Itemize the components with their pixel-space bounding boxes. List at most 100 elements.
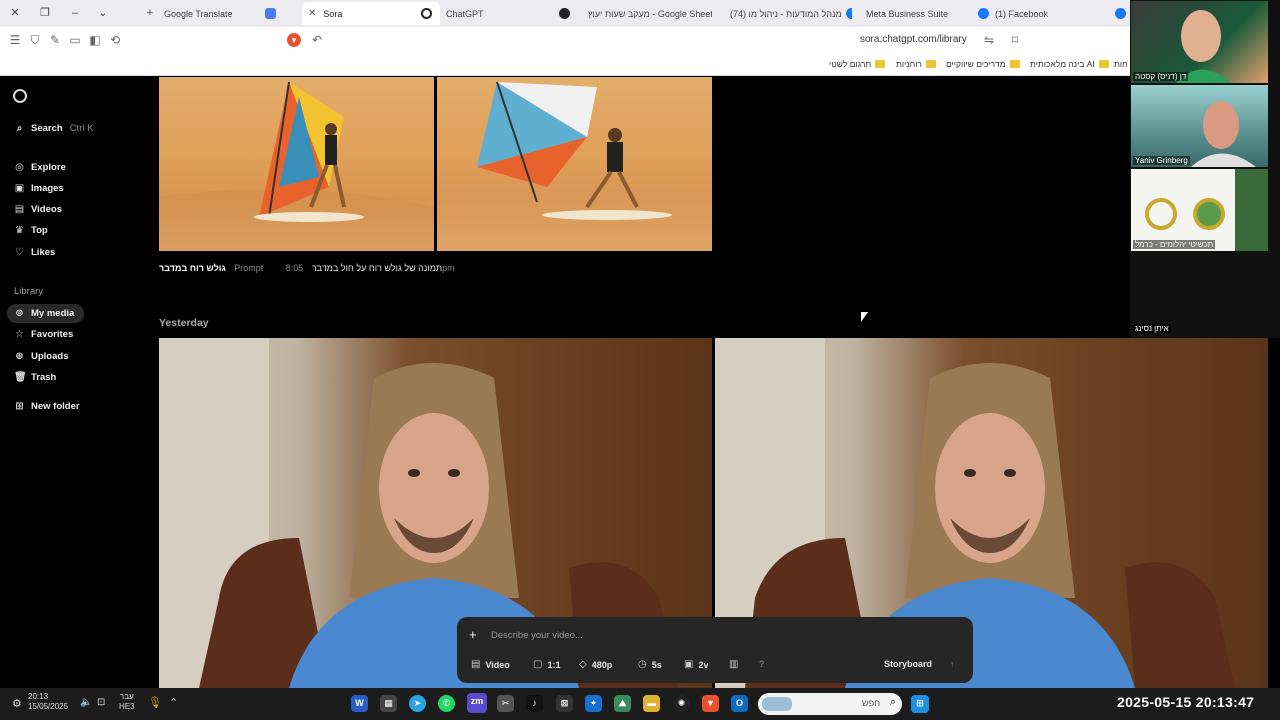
snipping-tool-icon[interactable]: ✂ <box>497 695 514 712</box>
tab-chatgpt[interactable]: ChatGPT <box>446 2 572 25</box>
participant-video-1[interactable]: דן (דניס) קסטה <box>1131 1 1268 83</box>
bookmark-icon[interactable]: ⌑ <box>1008 33 1022 47</box>
entry-title[interactable]: גולש רוח במדבר <box>159 263 226 273</box>
tab-list-chevron-icon[interactable]: ⌄ <box>94 5 112 21</box>
resolution-icon: ◇ <box>579 659 587 670</box>
brave-shield-icon[interactable]: ▾ <box>287 33 301 47</box>
sidebar-item-explore[interactable]: ◎ Explore <box>14 162 66 173</box>
bluesky-icon[interactable]: ✦ <box>585 695 602 712</box>
bookmark-folder[interactable]: בינה מלאכותית AI <box>1030 59 1109 69</box>
capcut-icon[interactable]: ⊠ <box>556 695 573 712</box>
word-icon[interactable]: W <box>351 695 368 712</box>
zoom-icon[interactable]: zm <box>467 693 487 713</box>
sidebar-item-favorites[interactable]: ☆ Favorites <box>14 329 73 340</box>
bookmark-folder[interactable]: מדריכים שיווקיים <box>946 59 1020 69</box>
help-button[interactable]: ? <box>759 659 765 669</box>
sidebar-item-images[interactable]: ▣ Images <box>14 183 64 194</box>
whatsapp-icon[interactable]: ✆ <box>438 695 455 712</box>
menu-icon[interactable]: ☰ <box>8 33 22 47</box>
brave-browser-icon[interactable]: ▼ <box>702 695 719 712</box>
new-folder-icon: ⊞ <box>15 401 24 412</box>
folder-icon <box>1009 60 1020 68</box>
resolution-selector[interactable]: ◇ 480p <box>579 659 612 670</box>
bookmark-label: בינה מלאכותית AI <box>1030 59 1095 69</box>
new-folder-button[interactable]: ⊞ New folder <box>14 401 80 412</box>
chevron-up-icon[interactable]: ⌃ <box>169 696 178 709</box>
media-icon: ⊚ <box>15 308 24 319</box>
windsurfer-image-1[interactable] <box>159 77 434 251</box>
tabs-icon[interactable]: ▭ <box>68 33 82 47</box>
sidebar-item-my-media[interactable]: ⊚ My media <box>14 308 74 319</box>
reload-icon[interactable]: ↶ <box>310 33 324 47</box>
sidebar-item-likes[interactable]: ♡ Likes <box>14 247 55 258</box>
search-icon: ⌕ <box>16 123 23 134</box>
participant-video-2[interactable]: Yaniv Grinberg <box>1131 85 1268 167</box>
bookmark-folder[interactable]: חות <box>1114 59 1128 69</box>
participant-video-3[interactable]: תכשיטי יהלומים - כרמל <box>1131 169 1268 251</box>
pin-icon[interactable]: ✎ <box>48 33 62 47</box>
variations-selector[interactable]: ▣ 2v <box>684 659 708 670</box>
site-settings-icon[interactable]: ⇋ <box>982 33 996 47</box>
settings-gear-icon[interactable]: ⚙ <box>12 697 22 710</box>
calculator-icon[interactable]: ▦ <box>380 695 397 712</box>
url-field[interactable]: sora.chatgpt.com/library <box>860 34 967 45</box>
participant-video-4[interactable]: איתן נסינג <box>1131 253 1268 335</box>
tab-sora[interactable]: ✕ Sora <box>302 2 440 25</box>
sora-logo-icon[interactable] <box>13 89 27 103</box>
minimize-window-icon[interactable]: – <box>66 5 84 21</box>
new-folder-label: New folder <box>31 401 80 412</box>
prompt-text: תמונה של גולש רוח על חול במדבר <box>311 263 443 273</box>
sidebar-item-top[interactable]: ♛ Top <box>14 225 48 236</box>
sidebar-item-trash[interactable]: 🗑 Trash <box>14 372 56 383</box>
outlook-icon[interactable]: O <box>731 695 748 712</box>
extensions-icon[interactable]: ⟲ <box>108 33 122 47</box>
submit-arrow-icon[interactable]: ↑ <box>950 659 955 669</box>
folder-icon <box>925 60 936 68</box>
tray-clock[interactable]: 20:13 15/05/2025 <box>28 692 68 712</box>
chatgpt-app-icon[interactable]: ✺ <box>673 695 690 712</box>
search-label: Search <box>31 123 63 134</box>
sidebar-icon[interactable]: ◧ <box>88 33 102 47</box>
library-heading: Library <box>14 286 44 297</box>
language-indicator[interactable]: עבר HE3 <box>119 692 135 712</box>
speaker-icon[interactable]: 🔈 <box>80 697 92 708</box>
tab-google-sheets[interactable]: מעקב שעות יעוץ - Google Sheets <box>588 2 712 25</box>
meta-icon <box>978 8 989 19</box>
add-media-icon[interactable]: + <box>469 627 477 642</box>
type-selector[interactable]: ▤ Video <box>471 659 510 670</box>
tab-google-translate[interactable]: Google Translate <box>164 2 276 25</box>
participant-avatar <box>1176 10 1231 83</box>
app-icon[interactable]: ⛰ <box>614 695 631 712</box>
taskbar-search-box[interactable]: חפש ⌕ <box>758 693 902 715</box>
bookmark-folder[interactable]: רוחניות <box>896 59 936 69</box>
tab-meta-business[interactable]: Meta Business Suite <box>866 2 970 25</box>
tiktok-icon[interactable]: ♪ <box>526 695 543 712</box>
presets-button[interactable]: ▥ <box>729 659 743 670</box>
duration-selector[interactable]: ◷ 5s <box>638 659 662 670</box>
file-explorer-icon[interactable]: ▬ <box>643 695 660 712</box>
new-tab-icon[interactable]: + <box>141 5 159 21</box>
windows-start-icon[interactable]: ⊞ <box>911 695 929 713</box>
windsurfer-image-2[interactable] <box>437 77 712 251</box>
bookmark-label: תרגום לשטי <box>829 59 872 69</box>
shield-icon[interactable]: ⛉ <box>28 33 42 47</box>
bookmark-folder[interactable]: תרגום לשטי <box>829 59 886 69</box>
tab-ads-manager[interactable]: (74) מנהל המודעות - ניהול מו <box>730 2 852 25</box>
search-button[interactable]: ⌕ Search Ctrl K <box>14 123 94 134</box>
restore-window-icon[interactable]: ❐ <box>36 5 54 21</box>
describe-video-input[interactable]: Describe your video... <box>491 630 583 641</box>
network-icon[interactable]: ⊡ <box>97 697 105 708</box>
close-tab-icon[interactable]: ✕ <box>308 8 316 19</box>
participant-avatar <box>1191 101 1256 167</box>
aspect-selector[interactable]: ▢ 1:1 <box>533 659 560 670</box>
sidebar-item-videos[interactable]: ▤ Videos <box>14 204 62 215</box>
sidebar-item-uploads[interactable]: ⊕ Uploads <box>14 351 68 362</box>
tab-facebook[interactable]: (1) Facebook <box>978 2 1126 25</box>
close-window-icon[interactable]: ✕ <box>6 5 24 21</box>
microphone-icon[interactable]: 🎙 <box>148 696 162 709</box>
google-translate-icon <box>265 8 276 19</box>
telegram-icon[interactable]: ➤ <box>409 695 426 712</box>
bookmark-label: רוחניות <box>896 59 922 69</box>
storyboard-button[interactable]: Storyboard <box>884 659 932 669</box>
tab-label: (74) מנהל המודעות - ניהול מו <box>730 8 842 19</box>
